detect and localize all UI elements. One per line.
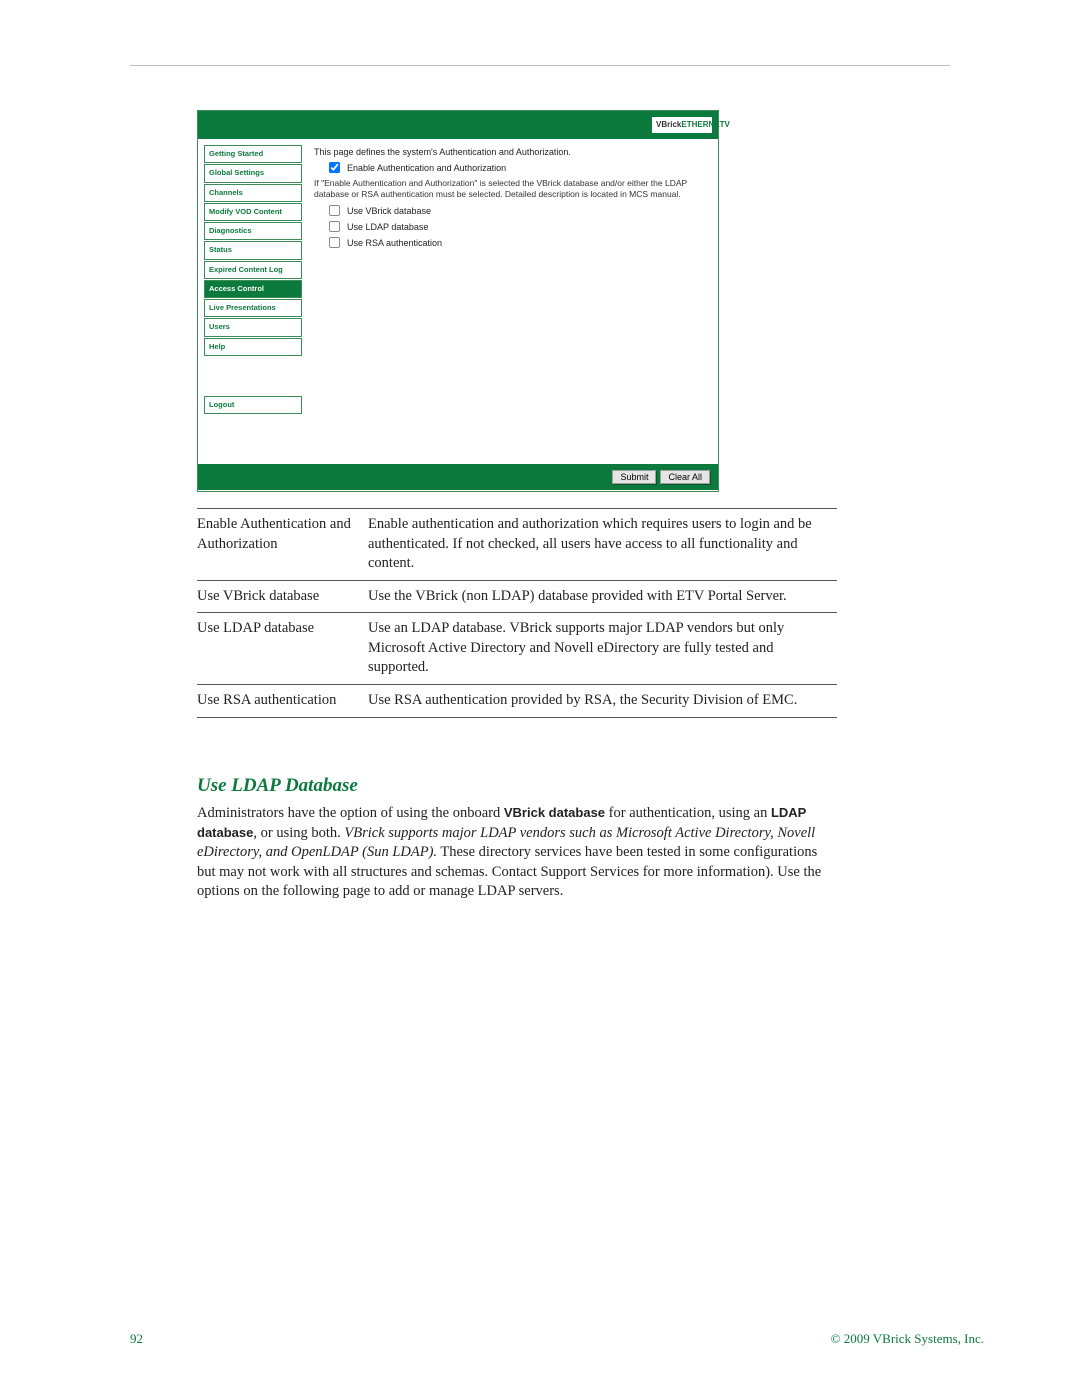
use-ldap-checkbox[interactable] <box>329 221 340 232</box>
table-row: Enable Authentication and Authorization … <box>197 509 837 581</box>
header-rule <box>130 65 950 66</box>
hint-text: If "Enable Authentication and Authorizat… <box>314 178 706 200</box>
sidebar-item-access-control[interactable]: Access Control <box>204 280 302 298</box>
use-vbrick-checkbox[interactable] <box>329 205 340 216</box>
para-c: for authentication, using an <box>605 805 771 821</box>
submit-button[interactable]: Submit <box>612 470 656 484</box>
opt-value: Use an LDAP database. VBrick supports ma… <box>368 613 837 685</box>
sidebar-item-logout[interactable]: Logout <box>204 396 302 414</box>
sidebar: Getting Started Global Settings Channels… <box>198 139 302 464</box>
use-rsa-row: Use RSA authentication <box>314 236 706 249</box>
intro-text: This page defines the system's Authentic… <box>314 147 706 157</box>
sidebar-item-channels[interactable]: Channels <box>204 184 302 202</box>
sidebar-item-live-presentations[interactable]: Live Presentations <box>204 299 302 317</box>
opt-key: Use RSA authentication <box>197 684 368 717</box>
enable-auth-label: Enable Authentication and Authorization <box>347 163 506 173</box>
opt-value: Enable authentication and authorization … <box>368 509 837 581</box>
screenshot-main: This page defines the system's Authentic… <box>302 139 718 464</box>
admin-screenshot: VBrickETHERNETV Getting Started Global S… <box>197 110 719 492</box>
para-b-bold: VBrick database <box>504 805 605 820</box>
use-rsa-checkbox[interactable] <box>329 237 340 248</box>
sidebar-item-getting-started[interactable]: Getting Started <box>204 145 302 163</box>
table-row: Use RSA authentication Use RSA authentic… <box>197 684 837 717</box>
opt-value: Use the VBrick (non LDAP) database provi… <box>368 580 837 613</box>
use-ldap-row: Use LDAP database <box>314 220 706 233</box>
para-e: , or using both. <box>253 825 344 841</box>
options-description-table: Enable Authentication and Authorization … <box>197 508 837 718</box>
screenshot-footer: Submit Clear All <box>198 464 718 490</box>
para-a: Administrators have the option of using … <box>197 805 504 821</box>
page-number: 92 <box>130 1331 143 1347</box>
table-row: Use VBrick database Use the VBrick (non … <box>197 580 837 613</box>
sidebar-item-expired-log[interactable]: Expired Content Log <box>204 261 302 279</box>
table-row: Use LDAP database Use an LDAP database. … <box>197 613 837 685</box>
opt-key: Use VBrick database <box>197 580 368 613</box>
clear-all-button[interactable]: Clear All <box>660 470 710 484</box>
sidebar-item-global-settings[interactable]: Global Settings <box>204 164 302 182</box>
screenshot-topbar: VBrickETHERNETV <box>198 111 718 139</box>
sidebar-item-modify-vod[interactable]: Modify VOD Content <box>204 203 302 221</box>
opt-key: Use LDAP database <box>197 613 368 685</box>
screenshot-body: Getting Started Global Settings Channels… <box>198 139 718 464</box>
opt-value: Use RSA authentication provided by RSA, … <box>368 684 837 717</box>
use-vbrick-label: Use VBrick database <box>347 206 431 216</box>
sidebar-item-diagnostics[interactable]: Diagnostics <box>204 222 302 240</box>
logo-primary: VBrick <box>656 120 681 129</box>
page-copyright: © 2009 VBrick Systems, Inc. <box>831 1331 984 1347</box>
logo-secondary: ETHERNETV <box>681 120 729 129</box>
opt-key: Enable Authentication and Authorization <box>197 509 368 581</box>
use-rsa-label: Use RSA authentication <box>347 238 442 248</box>
sidebar-item-help[interactable]: Help <box>204 338 302 356</box>
section-heading: Use LDAP Database <box>197 775 358 797</box>
enable-auth-checkbox[interactable] <box>329 162 340 173</box>
section-paragraph: Administrators have the option of using … <box>197 804 837 902</box>
sidebar-item-users[interactable]: Users <box>204 318 302 336</box>
enable-auth-row: Enable Authentication and Authorization <box>314 161 706 174</box>
use-vbrick-row: Use VBrick database <box>314 204 706 217</box>
use-ldap-label: Use LDAP database <box>347 222 428 232</box>
sidebar-item-status[interactable]: Status <box>204 241 302 259</box>
vbrick-logo: VBrickETHERNETV <box>648 117 712 133</box>
